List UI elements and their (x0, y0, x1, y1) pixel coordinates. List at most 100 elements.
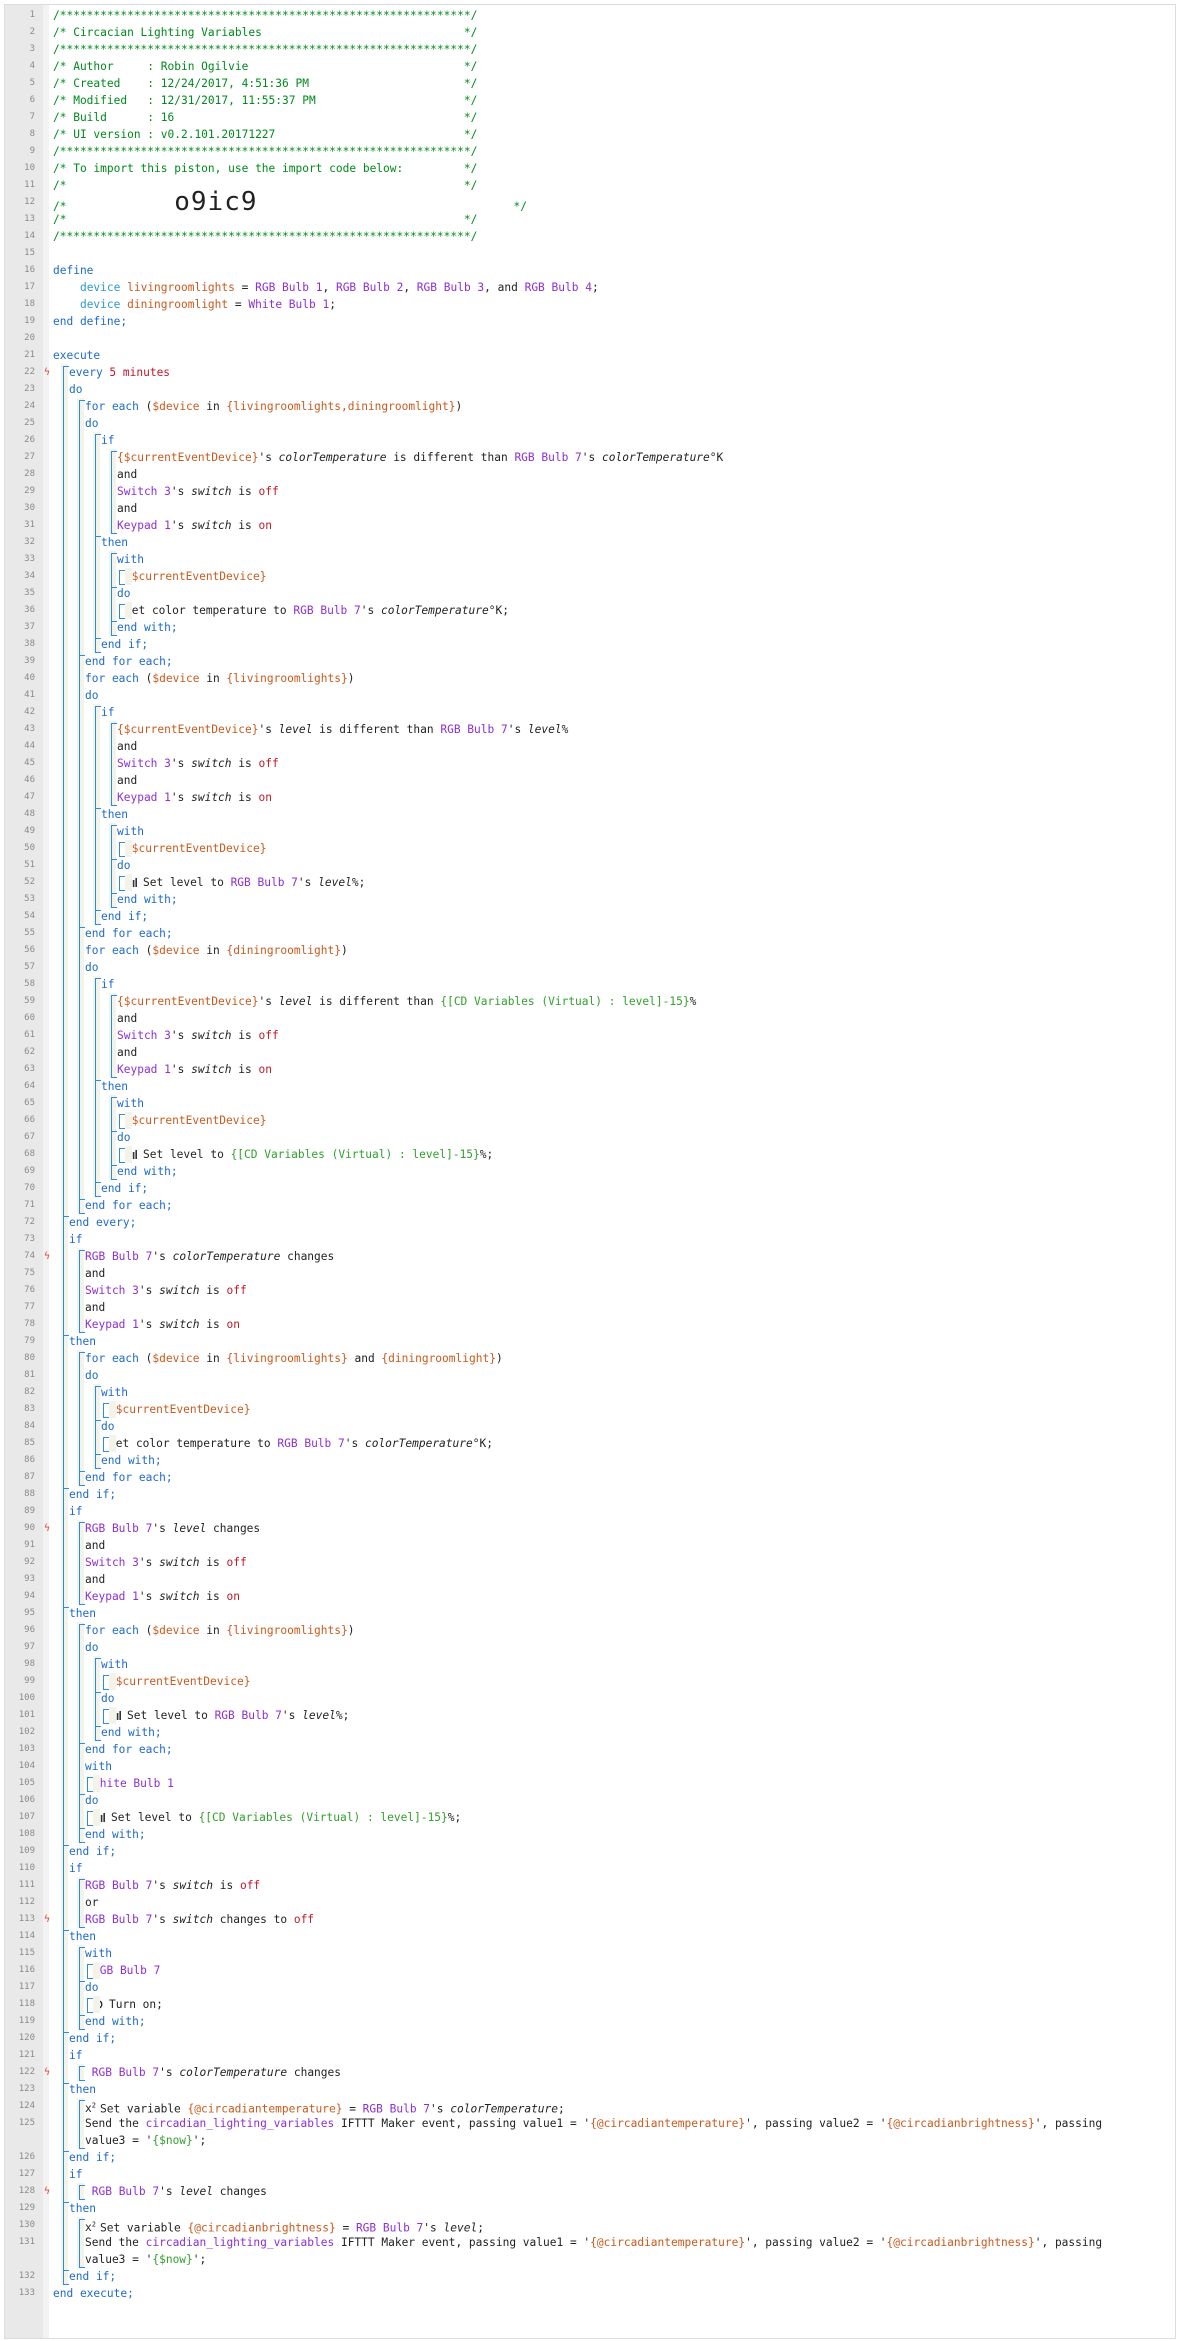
lightning-bolt-icon[interactable]: ϟ (44, 1911, 50, 1928)
code-token[interactable]: livingroomlights (127, 281, 235, 294)
code-token: and (85, 1300, 106, 1314)
code-token[interactable]: RGB Bulb 3 (417, 281, 484, 294)
code-token[interactable]: {@circadiantemperature} (188, 2102, 343, 2115)
line-number: 12 (24, 196, 35, 207)
code-token[interactable]: {$currentEventDevice} (125, 842, 266, 855)
code-token[interactable]: RGB Bulb 7 (293, 604, 360, 617)
code-token[interactable]: {$currentEventDevice} (117, 723, 258, 736)
code-token[interactable]: RGB Bulb 7 (85, 1879, 152, 1892)
line-number: 129 (18, 2202, 35, 2213)
code-token[interactable]: $device (152, 1352, 199, 1365)
code-token[interactable]: diningroomlight (127, 298, 228, 311)
block-indent-shade (125, 567, 132, 585)
line-number: 122 (18, 2066, 35, 2077)
code-token[interactable]: {@circadiantemperature} (590, 2236, 745, 2249)
code-token[interactable]: circadian_lighting_variables (146, 2236, 335, 2249)
code-token[interactable]: {$now} (152, 2134, 192, 2147)
block-indent-shade (93, 1995, 100, 2013)
code-token[interactable]: {[CD Variables (Virtual) : level]-15} (440, 995, 689, 1008)
code-token[interactable]: RGB Bulb 4 (525, 281, 592, 294)
code-token[interactable]: {livingroomlights} (226, 672, 347, 685)
lightning-bolt-icon[interactable]: ϟ (44, 1520, 50, 1537)
code-token[interactable]: RGB Bulb 7 (356, 2221, 423, 2234)
code-token[interactable]: {$currentEventDevice} (117, 451, 258, 464)
code-editor[interactable]: 1 /**************************************… (4, 4, 1176, 2339)
code-text: Keypad 1's switch is on (85, 1588, 240, 1605)
code-token[interactable]: $device (152, 400, 199, 413)
code-token[interactable]: {@circadiantemperature} (590, 2117, 745, 2130)
code-token[interactable]: $device (152, 672, 199, 685)
code-line: 41 do (5, 687, 1175, 704)
code-token[interactable]: {$currentEventDevice} (109, 1403, 250, 1416)
code-token[interactable]: RGB Bulb 7 (85, 1250, 152, 1263)
lightning-bolt-icon[interactable]: ϟ (44, 364, 50, 381)
code-token[interactable]: RGB Bulb 7 (363, 2102, 430, 2115)
code-token[interactable]: {$currentEventDevice} (125, 1114, 266, 1127)
code-token[interactable]: {$currentEventDevice} (109, 1675, 250, 1688)
code-token[interactable]: {diningroomlight} (226, 944, 341, 957)
line-number: 51 (24, 859, 35, 870)
code-token[interactable]: {@circadianbrightness} (188, 2221, 336, 2234)
code-token[interactable]: RGB Bulb 7 (231, 876, 298, 889)
code-token[interactable]: $device (152, 1624, 199, 1637)
code-text: Keypad 1's switch is on (85, 1316, 240, 1333)
code-token[interactable]: RGB Bulb 7 (85, 1913, 152, 1926)
code-line: 2 /* Circacian Lighting Variables */ (5, 24, 1175, 41)
line-number: 103 (18, 1743, 35, 1754)
code-token[interactable]: {livingroomlights} (226, 1352, 347, 1365)
code-token: 's (360, 603, 381, 617)
line-number: 115 (18, 1947, 35, 1958)
code-token[interactable]: {diningroomlight} (381, 1352, 496, 1365)
line-number: 79 (24, 1335, 35, 1346)
code-token[interactable]: RGB Bulb 7 (514, 451, 581, 464)
code-token[interactable]: {$currentEventDevice} (117, 995, 258, 1008)
code-token[interactable]: White Bulb 1 (93, 1777, 174, 1790)
code-token[interactable]: Keypad 1 (85, 1318, 139, 1331)
code-token[interactable]: RGB Bulb 7 (92, 2185, 159, 2198)
line-number: 61 (24, 1029, 35, 1040)
code-line: 52 Set level to RGB Bulb 7's level%; (5, 874, 1175, 891)
code-token[interactable]: RGB Bulb 7 (215, 1709, 282, 1722)
code-token[interactable]: RGB Bulb 7 (277, 1437, 344, 1450)
code-token[interactable]: Keypad 1 (117, 519, 171, 532)
code-text: end for each; (85, 1741, 173, 1758)
line-number: 83 (24, 1403, 35, 1414)
code-token[interactable]: RGB Bulb 7 (93, 1964, 160, 1977)
code-token[interactable]: Keypad 1 (85, 1590, 139, 1603)
code-token[interactable]: RGB Bulb 7 (85, 1522, 152, 1535)
code-token[interactable]: {livingroomlights} (226, 1624, 347, 1637)
lightning-bolt-icon[interactable]: ϟ (44, 1248, 50, 1265)
code-text: {$currentEventDevice} (109, 1401, 250, 1418)
code-token[interactable]: Switch 3 (85, 1284, 139, 1297)
code-line: 83 {$currentEventDevice} (5, 1401, 1175, 1418)
code-text: and (117, 772, 137, 789)
code-token[interactable]: RGB Bulb 1 (255, 281, 322, 294)
code-token: colorTemperature (380, 603, 489, 617)
block-indent-shade (109, 1434, 116, 1452)
lightning-bolt-icon[interactable]: ϟ (44, 2064, 50, 2081)
code-token[interactable]: {livingroomlights,diningroomlight} (226, 400, 455, 413)
code-line: 123 then (5, 2081, 1175, 2098)
code-token[interactable]: Switch 3 (85, 1556, 139, 1569)
code-token[interactable]: Switch 3 (117, 485, 171, 498)
code-token[interactable]: $device (152, 944, 199, 957)
line-number: 49 (24, 825, 35, 836)
code-token[interactable]: White Bulb 1 (248, 298, 329, 311)
code-token[interactable]: {@circadianbrightness} (887, 2236, 1035, 2249)
code-token[interactable]: RGB Bulb 7 (440, 723, 507, 736)
code-token[interactable]: {@circadianbrightness} (887, 2117, 1035, 2130)
code-token[interactable]: Switch 3 (117, 757, 171, 770)
code-token[interactable]: Keypad 1 (117, 791, 171, 804)
code-token[interactable]: {$now} (152, 2253, 192, 2266)
code-token[interactable]: Switch 3 (117, 1029, 171, 1042)
code-token[interactable]: {[CD Variables (Virtual) : level]-15} (199, 1811, 448, 1824)
code-token[interactable]: RGB Bulb 2 (336, 281, 403, 294)
code-token[interactable]: {[CD Variables (Virtual) : level]-15} (231, 1148, 480, 1161)
code-token[interactable]: {$currentEventDevice} (125, 570, 266, 583)
code-token: and (117, 773, 138, 787)
code-token[interactable]: Keypad 1 (117, 1063, 171, 1076)
code-token[interactable]: circadian_lighting_variables (146, 2117, 335, 2130)
lightning-bolt-icon[interactable]: ϟ (44, 2183, 50, 2200)
block-bracket (79, 2065, 85, 2081)
code-token[interactable]: RGB Bulb 7 (92, 2066, 159, 2079)
